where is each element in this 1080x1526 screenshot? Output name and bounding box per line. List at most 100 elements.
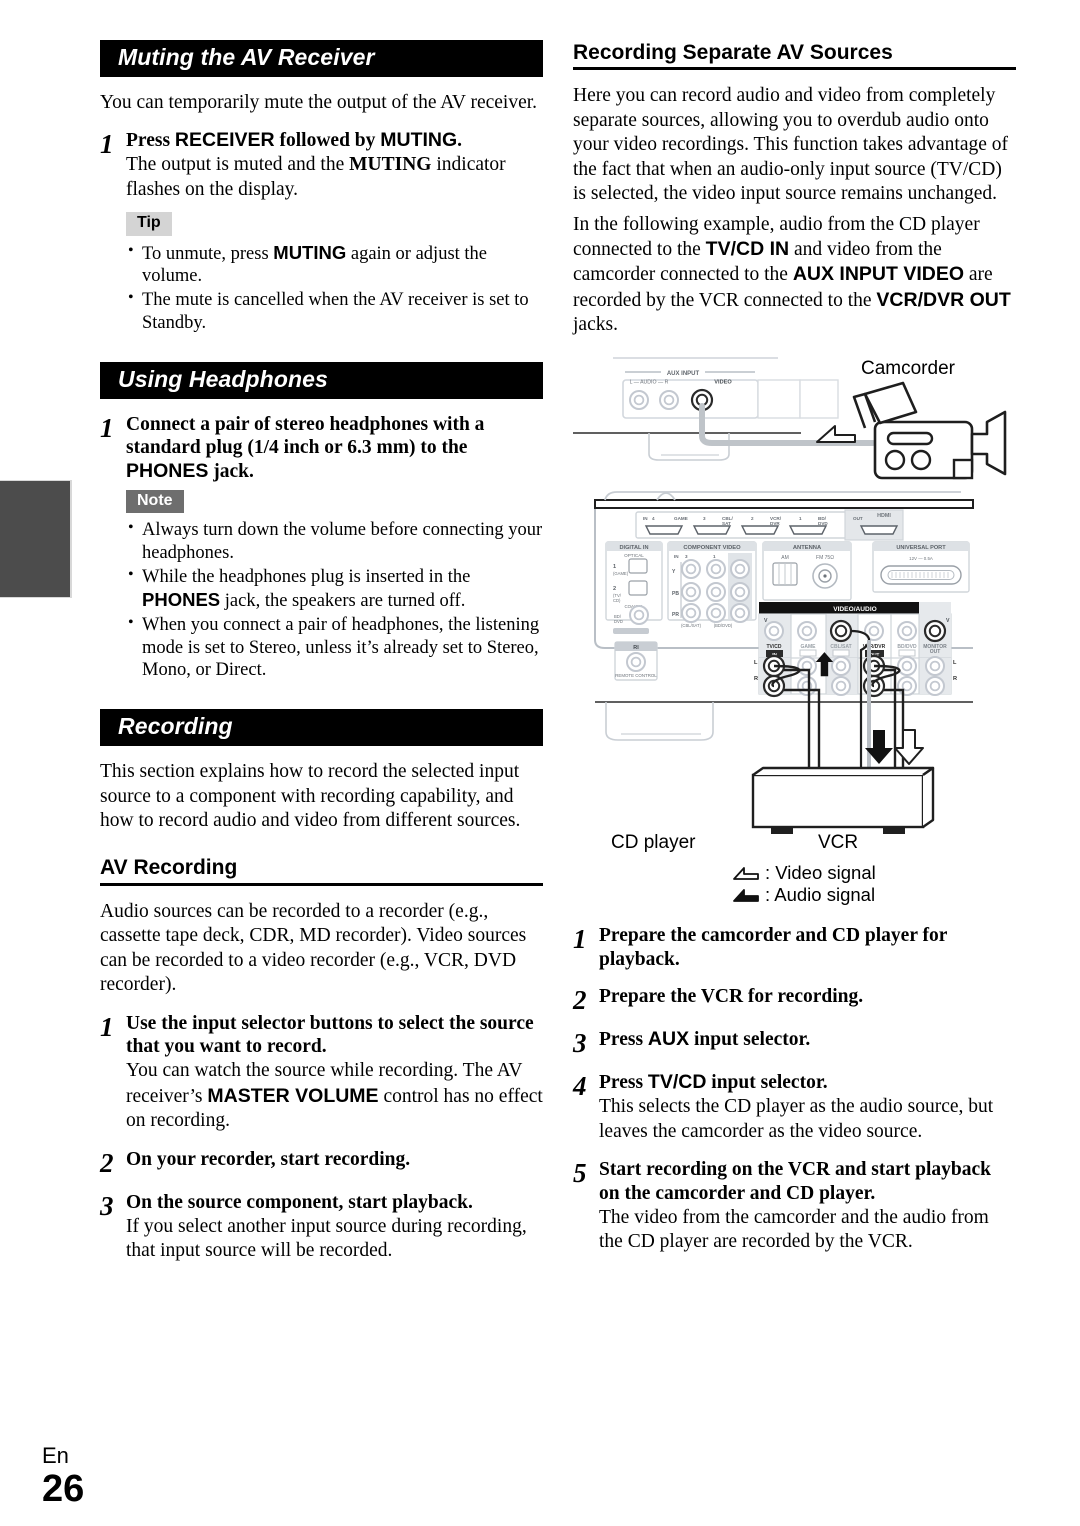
bullet-part: The mute is cancelled when the AV receiv… xyxy=(142,290,529,334)
svg-text:R: R xyxy=(953,676,957,682)
para-keyword: TV/CD IN xyxy=(705,238,790,260)
svg-text:(GAME): (GAME) xyxy=(613,571,629,576)
svg-text:CD): CD) xyxy=(613,598,621,603)
step-title-part: followed by xyxy=(274,130,381,152)
legend-row-video: : Video signal xyxy=(733,862,876,884)
svg-text:AM: AM xyxy=(781,555,789,561)
list-item: The mute is cancelled when the AV receiv… xyxy=(126,288,543,335)
bullet-part: To unmute, press xyxy=(142,243,274,264)
legend-row-audio: : Audio signal xyxy=(733,884,876,906)
step-number: 5 xyxy=(573,1158,587,1189)
right-column: Recording Separate AV Sources Here you c… xyxy=(573,40,1016,1255)
section-banner-headphones: Using Headphones xyxy=(100,361,543,399)
svg-text:DIGITAL IN: DIGITAL IN xyxy=(619,545,648,551)
step-title: Prepare the camcorder and CD player for … xyxy=(599,924,948,970)
vcr-label: VCR xyxy=(818,831,859,853)
svg-text:PB: PB xyxy=(672,591,679,597)
svg-text:OUT: OUT xyxy=(930,649,941,655)
svg-text:(BD/DVD): (BD/DVD) xyxy=(714,623,733,628)
bullet-keyword: MUTING xyxy=(273,241,347,263)
svg-text:GAME: GAME xyxy=(674,516,688,521)
front-panel-group: AUX INPUT L — AUDIO — R VIDEO xyxy=(573,357,876,461)
page-footer: En 26 xyxy=(42,1443,84,1509)
svg-text:2: 2 xyxy=(751,516,754,521)
svg-text:SAT: SAT xyxy=(722,521,731,526)
muting-intro-text: You can temporarily mute the output of t… xyxy=(100,91,538,113)
bullet-keyword: PHONES xyxy=(142,588,221,610)
step-title: Press RECEIVER followed by MUTING. xyxy=(126,129,543,153)
step-number: 3 xyxy=(573,1028,587,1059)
bullet-part: Always turn down the volume before conne… xyxy=(142,520,543,564)
subhead-recording-separate-av-sources: Recording Separate AV Sources xyxy=(573,40,1016,71)
list-item: Always turn down the volume before conne… xyxy=(126,518,543,565)
chapter-edge-tab xyxy=(0,480,72,598)
svg-text:12V — 0.5A: 12V — 0.5A xyxy=(909,556,933,561)
svg-text:PR: PR xyxy=(672,612,679,618)
svg-text:TV/CD: TV/CD xyxy=(767,644,782,650)
svg-text:FM 75Ω: FM 75Ω xyxy=(816,555,834,561)
left-column: Muting the AV Receiver You can temporari… xyxy=(100,40,543,1264)
step-title-part: . xyxy=(457,130,463,152)
rs-step-1: 1 Prepare the camcorder and CD player fo… xyxy=(573,924,1016,972)
svg-text:L: L xyxy=(953,660,957,666)
tip-bullet-list: To unmute, press MUTING again or adjust … xyxy=(126,241,543,335)
bullet-part: When you connect a pair of headphones, t… xyxy=(142,614,540,681)
av-recording-step-1: 1 Use the input selector buttons to sele… xyxy=(100,1012,543,1134)
svg-text:V: V xyxy=(764,618,768,624)
list-item: While the headphones plug is inserted in… xyxy=(126,565,543,613)
step-title: Connect a pair of stereo headphones with… xyxy=(126,413,543,484)
rs-step-2: 2 Prepare the VCR for recording. xyxy=(573,985,1016,1014)
step-title-keyword: PHONES xyxy=(126,460,209,483)
step-desc-keyword: MUTING xyxy=(349,154,432,175)
step-title-part: Press xyxy=(599,1072,648,1094)
av-recording-body-text: Audio sources can be recorded to a recor… xyxy=(100,900,527,996)
rs-step-4: 4 Press TV/CD input selector. This selec… xyxy=(573,1071,1016,1144)
svg-text:ANTENNA: ANTENNA xyxy=(793,545,822,551)
svg-text:R: R xyxy=(754,676,758,682)
svg-text:(CBL/SAT): (CBL/SAT) xyxy=(681,623,702,628)
manual-page: Muting the AV Receiver You can temporari… xyxy=(0,0,1080,1526)
step-title-part: jack. xyxy=(208,461,254,483)
svg-text:2: 2 xyxy=(613,586,616,592)
list-item: To unmute, press MUTING again or adjust … xyxy=(126,241,543,289)
video-signal-arrow-icon-2 xyxy=(894,728,924,765)
para-keyword: AUX INPUT VIDEO xyxy=(792,263,964,286)
av-recording-step-3: 3 On the source component, start playbac… xyxy=(100,1191,543,1264)
step-number: 4 xyxy=(573,1071,587,1102)
svg-text:HDMI: HDMI xyxy=(877,513,891,519)
recording-separate-steps: 1 Prepare the camcorder and CD player fo… xyxy=(573,924,1016,1255)
svg-text:DVD: DVD xyxy=(614,619,623,624)
headphones-step-1: 1 Connect a pair of stereo headphones wi… xyxy=(100,413,543,684)
step-title: Press TV/CD input selector. xyxy=(599,1071,1016,1095)
svg-text:1: 1 xyxy=(799,516,802,521)
audio-signal-arrow-icon xyxy=(733,888,759,902)
step-title-part: Connect a pair of stereo headphones with… xyxy=(126,413,485,459)
recording-intro-text: This section explains how to record the … xyxy=(100,761,521,831)
step-title: Prepare the VCR for recording. xyxy=(599,986,864,1008)
camcorder-label: Camcorder xyxy=(861,357,955,379)
step-title-part: input selector. xyxy=(706,1072,828,1094)
av-recording-step-2: 2 On your recorder, start recording. xyxy=(100,1148,543,1177)
step-title-keyword: MUTING xyxy=(380,129,458,152)
cd-player-illustration xyxy=(751,766,935,834)
svg-text:BD/DVD: BD/DVD xyxy=(897,644,917,650)
step-number: 1 xyxy=(573,923,587,954)
svg-text:VIDEO: VIDEO xyxy=(714,379,732,385)
language-code: En xyxy=(42,1443,69,1468)
step-title-keyword: TV/CD xyxy=(647,1071,707,1094)
legend-label-audio: : Audio signal xyxy=(765,883,876,905)
svg-text:IN: IN xyxy=(674,554,679,559)
step-number: 1 xyxy=(100,129,114,160)
svg-text:COMPONENT VIDEO: COMPONENT VIDEO xyxy=(683,545,741,551)
bullet-part: jack, the speakers are turned off. xyxy=(220,590,466,611)
svg-text:OUT: OUT xyxy=(853,516,863,521)
step-desc-keyword: MASTER VOLUME xyxy=(207,1084,379,1107)
step-number: 1 xyxy=(100,1011,114,1042)
note-badge: Note xyxy=(126,489,184,514)
note-block: Note Always turn down the volume before … xyxy=(126,489,543,682)
diagram-legend: : Video signal : Audio signal xyxy=(733,862,876,906)
svg-text:3: 3 xyxy=(685,554,688,559)
step-title: On the source component, start playback. xyxy=(126,1191,473,1213)
camcorder-illustration xyxy=(816,381,1007,480)
step-description: This selects the CD player as the audio … xyxy=(599,1096,994,1142)
